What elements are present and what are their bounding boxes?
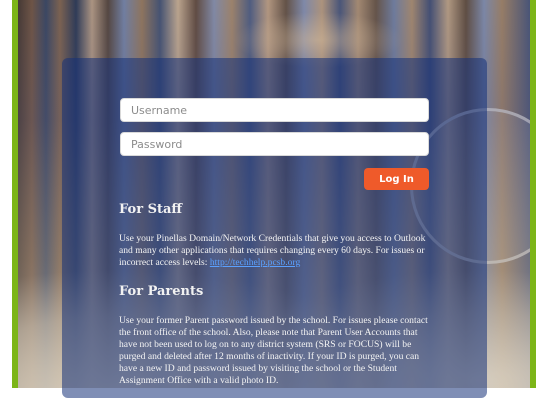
staff-heading: For Staff	[119, 202, 183, 217]
tech-help-link[interactable]: http://techhelp.pcsb.org	[210, 257, 300, 268]
password-input[interactable]	[120, 132, 429, 156]
staff-info-text: Use your Pinellas Domain/Network Credent…	[119, 233, 435, 269]
right-frame-border	[530, 0, 536, 388]
login-button[interactable]: Log In	[364, 168, 429, 190]
parents-info-text: Use your former Parent password issued b…	[119, 315, 428, 386]
parents-heading: For Parents	[119, 284, 204, 299]
username-input[interactable]	[120, 98, 429, 122]
